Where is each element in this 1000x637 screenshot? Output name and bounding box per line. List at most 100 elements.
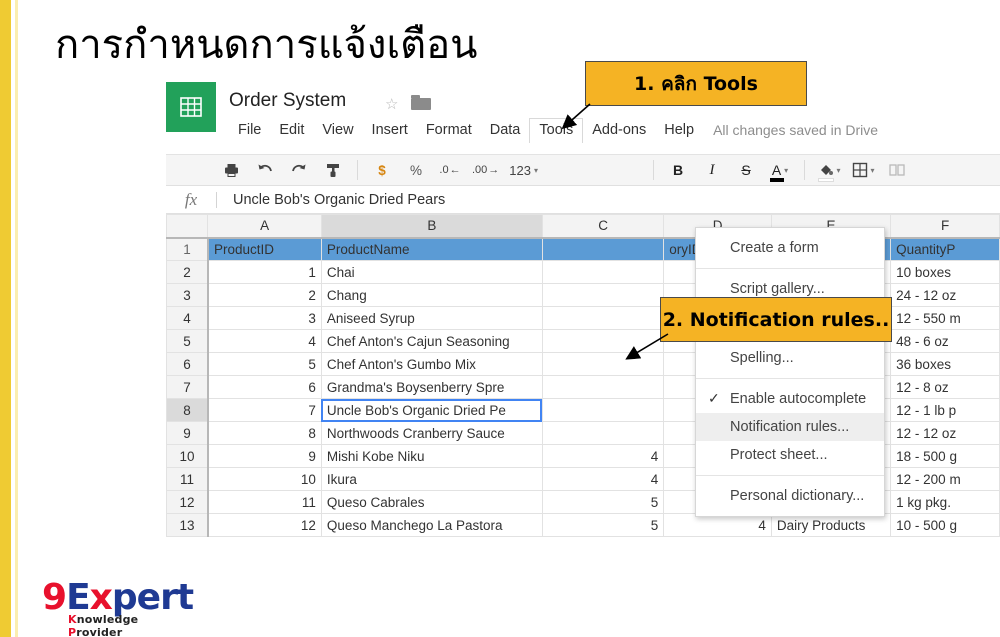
row-header-5[interactable]: 5: [167, 330, 208, 353]
row-header-12[interactable]: 12: [167, 491, 208, 514]
cell-a5[interactable]: 4: [208, 330, 321, 353]
cell-f7[interactable]: 12 - 8 oz: [891, 376, 1000, 399]
cell-c13[interactable]: 5: [542, 514, 663, 537]
italic-button[interactable]: I: [700, 158, 724, 182]
row-header-11[interactable]: 11: [167, 468, 208, 491]
text-color-button[interactable]: A ▾: [768, 158, 792, 182]
cell-f8[interactable]: 12 - 1 lb p: [891, 399, 1000, 422]
row-header-2[interactable]: 2: [167, 261, 208, 284]
cell-a4[interactable]: 3: [208, 307, 321, 330]
menu-item-personal-dictionary[interactable]: Personal dictionary...: [696, 482, 884, 510]
cell-a6[interactable]: 5: [208, 353, 321, 376]
strikethrough-button[interactable]: S: [734, 158, 758, 182]
undo-icon[interactable]: [253, 158, 277, 182]
cell-b3[interactable]: Chang: [321, 284, 542, 307]
folder-icon[interactable]: [411, 95, 431, 110]
menu-item-create-a-form[interactable]: Create a form: [696, 234, 884, 262]
cell-c6[interactable]: [542, 353, 663, 376]
menu-view[interactable]: View: [313, 119, 362, 141]
cell-b7[interactable]: Grandma's Boysenberry Spre: [321, 376, 542, 399]
cell-b2[interactable]: Chai: [321, 261, 542, 284]
menu-item-protect-sheet[interactable]: Protect sheet...: [696, 441, 884, 469]
menu-item-enable-autocomplete[interactable]: ✓Enable autocomplete: [696, 385, 884, 413]
menu-data[interactable]: Data: [481, 119, 530, 141]
cell-c1[interactable]: [542, 238, 663, 261]
merge-cells-button[interactable]: [885, 158, 909, 182]
document-title[interactable]: Order System: [229, 90, 346, 112]
borders-button[interactable]: ▾: [851, 158, 875, 182]
menu-item-notification-rules[interactable]: Notification rules...: [696, 413, 884, 441]
star-icon[interactable]: ☆: [385, 95, 398, 113]
cell-b12[interactable]: Queso Cabrales: [321, 491, 542, 514]
row-header-4[interactable]: 4: [167, 307, 208, 330]
cell-f9[interactable]: 12 - 12 oz: [891, 422, 1000, 445]
cell-b9[interactable]: Northwoods Cranberry Sauce: [321, 422, 542, 445]
cell-c10[interactable]: 4: [542, 445, 663, 468]
cell-b6[interactable]: Chef Anton's Gumbo Mix: [321, 353, 542, 376]
currency-format-button[interactable]: $: [370, 158, 394, 182]
cell-c2[interactable]: [542, 261, 663, 284]
menu-help[interactable]: Help: [655, 119, 703, 141]
formula-input[interactable]: Uncle Bob's Organic Dried Pears: [217, 192, 445, 208]
cell-f12[interactable]: 1 kg pkg.: [891, 491, 1000, 514]
row-header-9[interactable]: 9: [167, 422, 208, 445]
cell-a9[interactable]: 8: [208, 422, 321, 445]
redo-icon[interactable]: [287, 158, 311, 182]
column-header-c[interactable]: C: [542, 215, 663, 238]
cell-b1[interactable]: ProductName: [321, 238, 542, 261]
cell-f10[interactable]: 18 - 500 g: [891, 445, 1000, 468]
fill-color-button[interactable]: ▾: [817, 158, 841, 182]
bold-button[interactable]: B: [666, 158, 690, 182]
increase-decimal-button[interactable]: .00 →: [472, 158, 499, 182]
cell-c3[interactable]: [542, 284, 663, 307]
cell-a10[interactable]: 9: [208, 445, 321, 468]
grid-corner[interactable]: [167, 215, 208, 238]
cell-b8[interactable]: Uncle Bob's Organic Dried Pe: [321, 399, 542, 422]
cell-b4[interactable]: Aniseed Syrup: [321, 307, 542, 330]
decrease-decimal-button[interactable]: .0 ←: [438, 158, 462, 182]
cell-a3[interactable]: 2: [208, 284, 321, 307]
cell-f6[interactable]: 36 boxes: [891, 353, 1000, 376]
column-header-f[interactable]: F: [891, 215, 1000, 238]
cell-b13[interactable]: Queso Manchego La Pastora: [321, 514, 542, 537]
cell-b10[interactable]: Mishi Kobe Niku: [321, 445, 542, 468]
cell-f4[interactable]: 12 - 550 m: [891, 307, 1000, 330]
cell-f2[interactable]: 10 boxes: [891, 261, 1000, 284]
cell-b5[interactable]: Chef Anton's Cajun Seasoning: [321, 330, 542, 353]
menu-item-spelling[interactable]: Spelling...: [696, 344, 884, 372]
tools-dropdown-menu[interactable]: Create a formScript gallery...Script edi…: [695, 227, 885, 517]
percent-format-button[interactable]: %: [404, 158, 428, 182]
cell-a12[interactable]: 11: [208, 491, 321, 514]
cell-f3[interactable]: 24 - 12 oz: [891, 284, 1000, 307]
cell-f13[interactable]: 10 - 500 g: [891, 514, 1000, 537]
menu-format[interactable]: Format: [417, 119, 481, 141]
menu-addons[interactable]: Add-ons: [583, 119, 655, 141]
menu-tools[interactable]: Tools: [529, 118, 583, 143]
paint-format-icon[interactable]: [321, 158, 345, 182]
menu-file[interactable]: File: [229, 119, 270, 141]
row-header-6[interactable]: 6: [167, 353, 208, 376]
row-header-8[interactable]: 8: [167, 399, 208, 422]
cell-c11[interactable]: 4: [542, 468, 663, 491]
row-header-10[interactable]: 10: [167, 445, 208, 468]
cell-a1[interactable]: ProductID: [208, 238, 321, 261]
cell-c9[interactable]: [542, 422, 663, 445]
cell-a8[interactable]: 7: [208, 399, 321, 422]
cell-f5[interactable]: 48 - 6 oz: [891, 330, 1000, 353]
cell-f11[interactable]: 12 - 200 m: [891, 468, 1000, 491]
column-header-b[interactable]: B: [321, 215, 542, 238]
cell-c5[interactable]: [542, 330, 663, 353]
cell-a13[interactable]: 12: [208, 514, 321, 537]
row-header-3[interactable]: 3: [167, 284, 208, 307]
menu-insert[interactable]: Insert: [363, 119, 417, 141]
row-header-13[interactable]: 13: [167, 514, 208, 537]
print-icon[interactable]: [219, 158, 243, 182]
cell-b11[interactable]: Ikura: [321, 468, 542, 491]
cell-a7[interactable]: 6: [208, 376, 321, 399]
cell-a11[interactable]: 10: [208, 468, 321, 491]
cell-c7[interactable]: [542, 376, 663, 399]
cell-f1[interactable]: QuantityP: [891, 238, 1000, 261]
row-header-1[interactable]: 1: [167, 238, 208, 261]
number-format-dropdown[interactable]: 123 ▾: [509, 158, 538, 182]
cell-c12[interactable]: 5: [542, 491, 663, 514]
